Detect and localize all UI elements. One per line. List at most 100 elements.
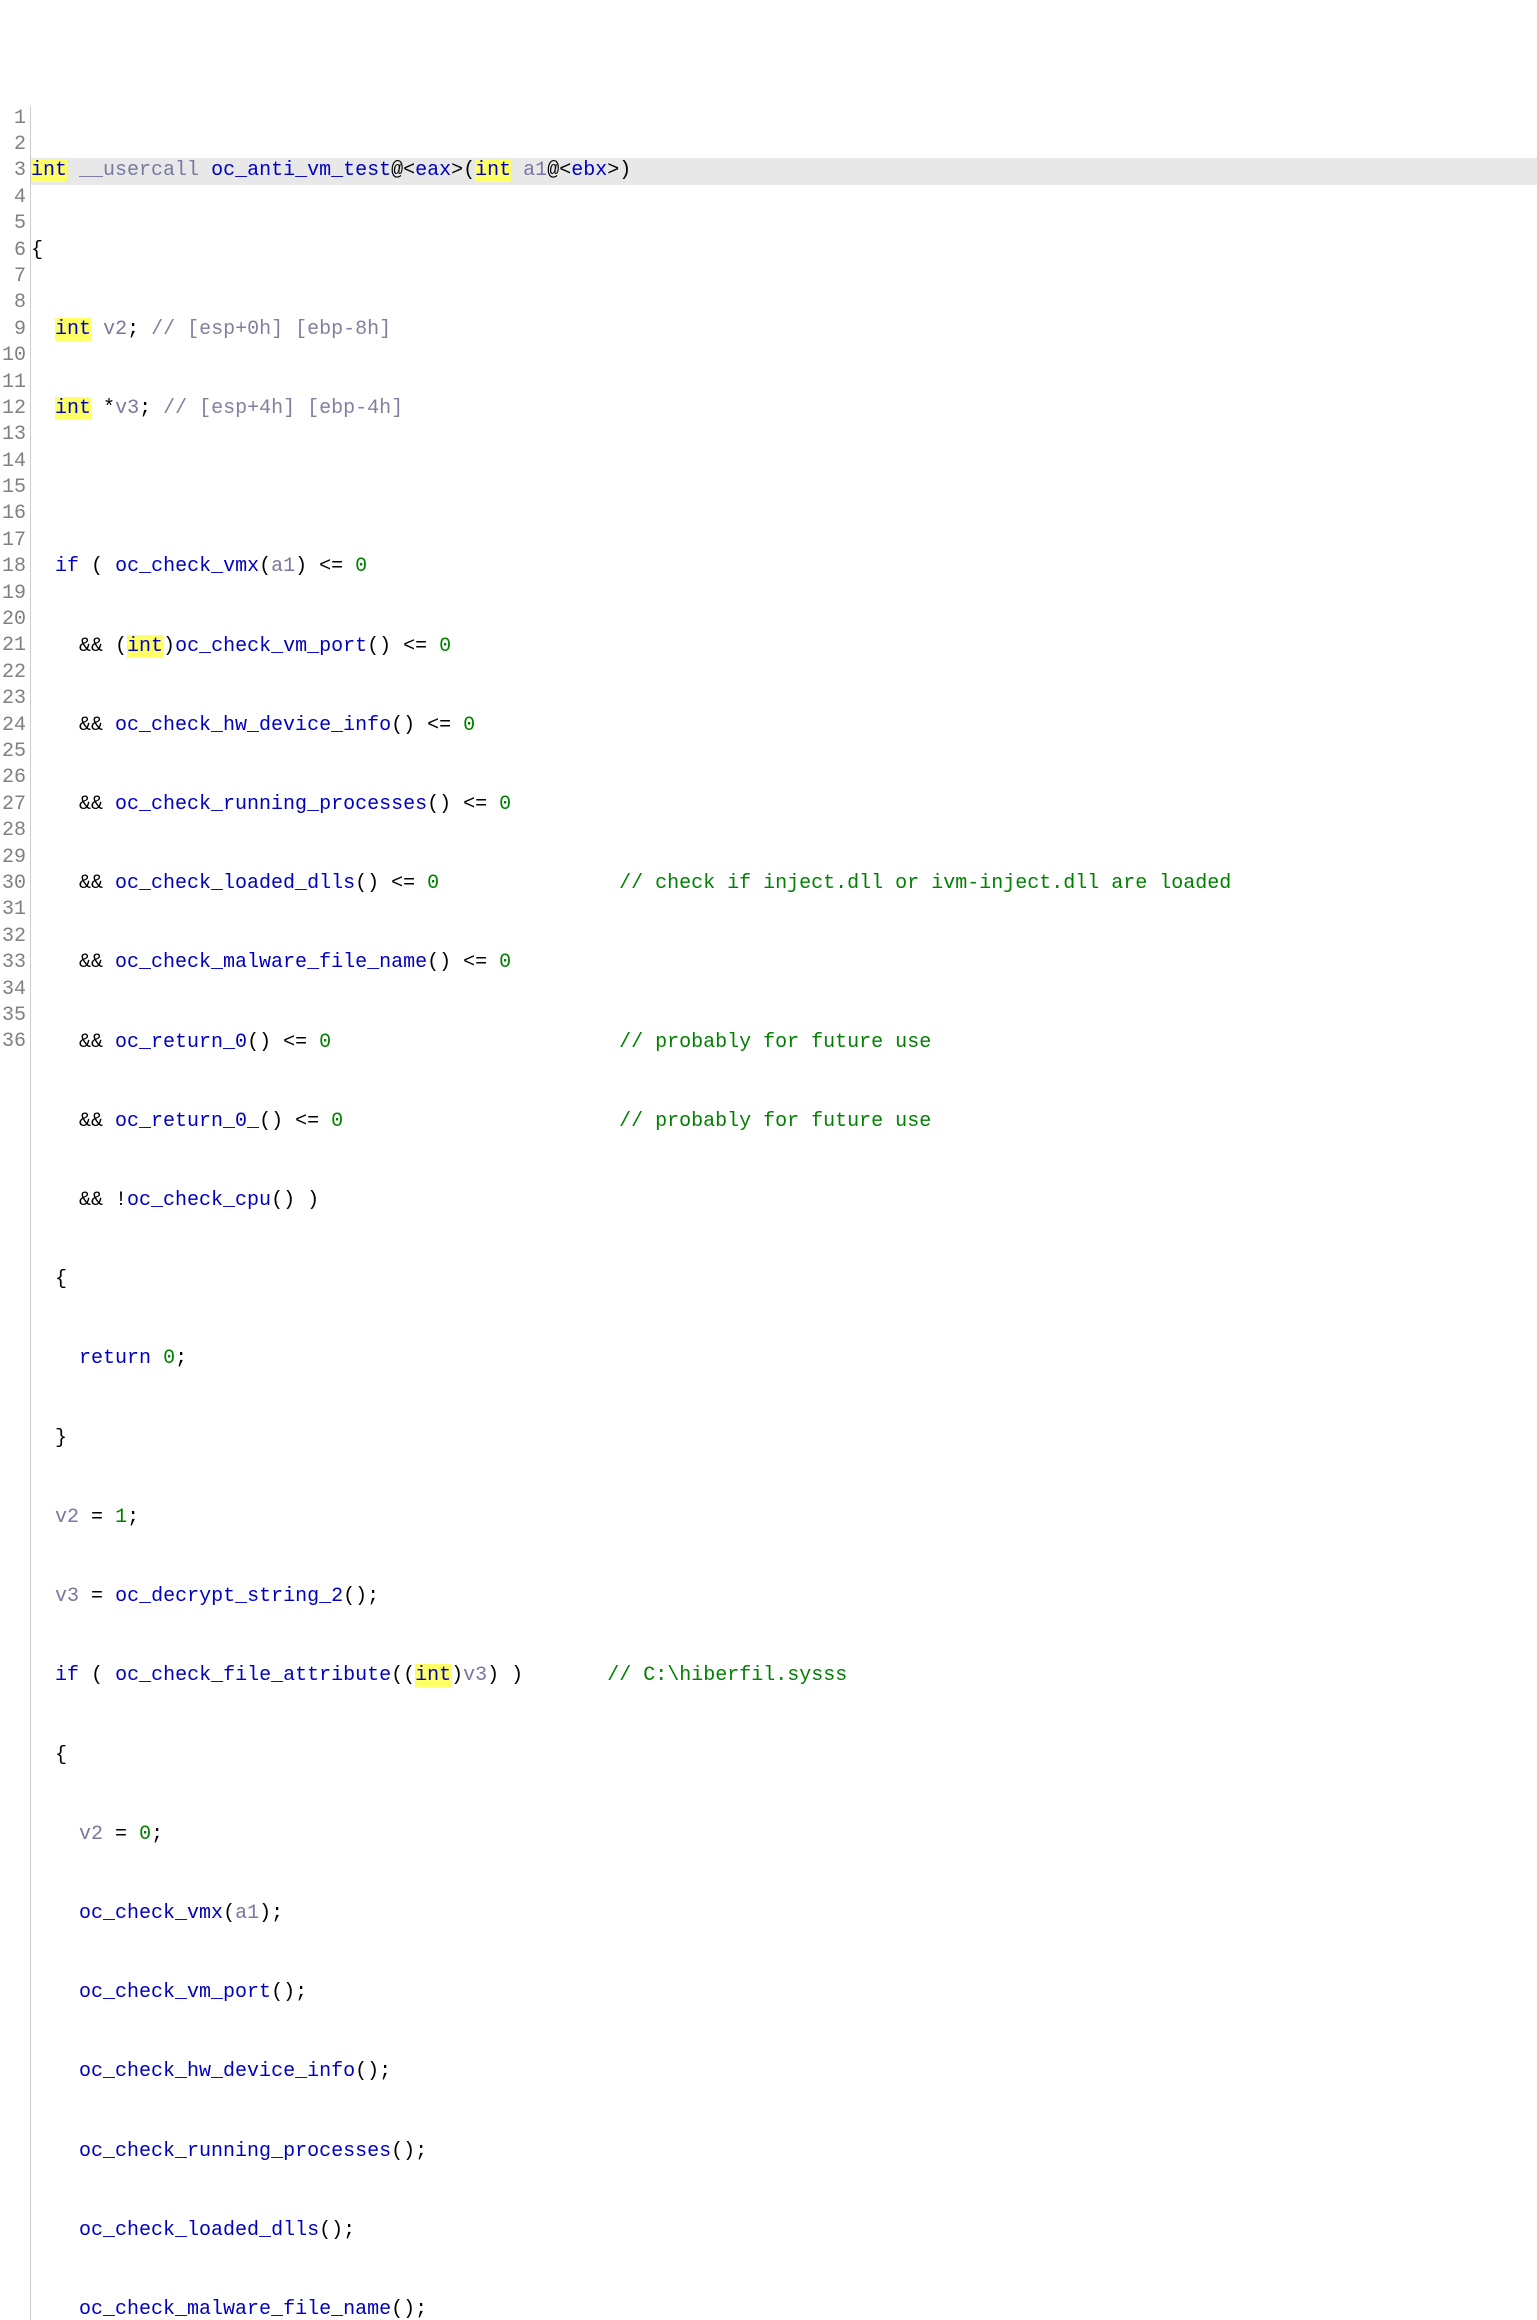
comment: // C:\hiberfil.sysss [607, 1664, 847, 1687]
number: 0 [163, 1347, 175, 1370]
line-number: 29 [2, 845, 26, 871]
comment: // probably for future use [619, 1031, 931, 1054]
var-v2: v2 [79, 1823, 103, 1846]
keyword-if: if [55, 1664, 79, 1687]
code-line-23[interactable]: oc_check_vmx(a1); [31, 1901, 1537, 1927]
line-number: 9 [2, 317, 26, 343]
function-call: oc_check_malware_file_name [115, 951, 427, 974]
number: 0 [439, 635, 451, 658]
keyword-int: int [55, 397, 91, 420]
var-v3: v3 [55, 1585, 79, 1608]
function-call: oc_check_loaded_dlls [115, 872, 355, 895]
code-line-18[interactable]: v2 = 1; [31, 1505, 1537, 1531]
line-number: 20 [2, 607, 26, 633]
number: 0 [319, 1031, 331, 1054]
line-number: 28 [2, 818, 26, 844]
code-line-15[interactable]: { [31, 1267, 1537, 1293]
register-eax: eax [415, 159, 451, 182]
code-line-28[interactable]: oc_check_malware_file_name(); [31, 2297, 1537, 2320]
line-number: 17 [2, 528, 26, 554]
code-line-9[interactable]: && oc_check_running_processes() <= 0 [31, 792, 1537, 818]
number: 0 [463, 714, 475, 737]
line-number: 19 [2, 581, 26, 607]
param-a1: a1 [523, 159, 547, 182]
code-line-11[interactable]: && oc_check_malware_file_name() <= 0 [31, 950, 1537, 976]
line-number: 6 [2, 238, 26, 264]
line-number: 5 [2, 211, 26, 237]
function-call: oc_decrypt_string_2 [115, 1585, 343, 1608]
code-line-14[interactable]: && !oc_check_cpu() ) [31, 1188, 1537, 1214]
var-v2: v2 [103, 318, 127, 341]
keyword-int: int [475, 159, 511, 182]
function-call: oc_return_0_ [115, 1110, 259, 1133]
code-line-7[interactable]: && (int)oc_check_vm_port() <= 0 [31, 634, 1537, 660]
line-number: 11 [2, 370, 26, 396]
comment: // probably for future use [619, 1110, 931, 1133]
code-line-16[interactable]: return 0; [31, 1346, 1537, 1372]
function-name: oc_anti_vm_test [211, 159, 391, 182]
keyword-int: int [31, 159, 67, 182]
code-line-6[interactable]: if ( oc_check_vmx(a1) <= 0 [31, 554, 1537, 580]
line-number: 27 [2, 792, 26, 818]
line-number: 31 [2, 897, 26, 923]
code-line-22[interactable]: v2 = 0; [31, 1822, 1537, 1848]
line-number: 36 [2, 1029, 26, 1055]
code-line-19[interactable]: v3 = oc_decrypt_string_2(); [31, 1584, 1537, 1610]
function-call: oc_return_0 [115, 1031, 247, 1054]
code-line-2[interactable]: { [31, 238, 1537, 264]
line-number: 33 [2, 950, 26, 976]
number: 0 [427, 872, 439, 895]
code-line-26[interactable]: oc_check_running_processes(); [31, 2139, 1537, 2165]
number: 0 [499, 951, 511, 974]
stack-comment: // [esp+0h] [ebp-8h] [151, 318, 391, 341]
code-line-27[interactable]: oc_check_loaded_dlls(); [31, 2218, 1537, 2244]
var-v3: v3 [115, 397, 139, 420]
function-call: oc_check_cpu [127, 1189, 271, 1212]
param-a1: a1 [235, 1902, 259, 1925]
number: 0 [331, 1110, 343, 1133]
line-number: 13 [2, 422, 26, 448]
line-number: 34 [2, 977, 26, 1003]
code-line-1[interactable]: int __usercall oc_anti_vm_test@<eax>(int… [31, 158, 1537, 184]
function-call: oc_check_hw_device_info [79, 2060, 355, 2083]
code-line-3[interactable]: int v2; // [esp+0h] [ebp-8h] [31, 317, 1537, 343]
line-number: 23 [2, 686, 26, 712]
line-number: 25 [2, 739, 26, 765]
code-line-24[interactable]: oc_check_vm_port(); [31, 1980, 1537, 2006]
keyword-int: int [415, 1664, 451, 1687]
function-call: oc_check_malware_file_name [79, 2298, 391, 2320]
number: 0 [355, 555, 367, 578]
line-number: 2 [2, 132, 26, 158]
code-line-4[interactable]: int *v3; // [esp+4h] [ebp-4h] [31, 396, 1537, 422]
code-line-20[interactable]: if ( oc_check_file_attribute((int)v3) ) … [31, 1663, 1537, 1689]
line-number: 12 [2, 396, 26, 422]
code-area[interactable]: int __usercall oc_anti_vm_test@<eax>(int… [31, 106, 1537, 2320]
line-number: 32 [2, 924, 26, 950]
function-call: oc_check_running_processes [79, 2140, 391, 2163]
line-number: 7 [2, 264, 26, 290]
code-line-25[interactable]: oc_check_hw_device_info(); [31, 2059, 1537, 2085]
line-number: 21 [2, 633, 26, 659]
keyword-int: int [127, 635, 163, 658]
keyword-if: if [55, 555, 79, 578]
number: 1 [115, 1506, 127, 1529]
code-line-5[interactable] [31, 475, 1537, 501]
function-call: oc_check_vm_port [79, 1981, 271, 2004]
stack-comment: // [esp+4h] [ebp-4h] [163, 397, 403, 420]
code-line-17[interactable]: } [31, 1426, 1537, 1452]
var-v2: v2 [55, 1506, 79, 1529]
line-number-gutter: 1234567891011121314151617181920212223242… [0, 106, 31, 2320]
function-call: oc_check_hw_device_info [115, 714, 391, 737]
line-number: 30 [2, 871, 26, 897]
code-line-8[interactable]: && oc_check_hw_device_info() <= 0 [31, 713, 1537, 739]
code-line-12[interactable]: && oc_return_0() <= 0 // probably for fu… [31, 1030, 1537, 1056]
keyword-return: return [79, 1347, 151, 1370]
code-line-13[interactable]: && oc_return_0_() <= 0 // probably for f… [31, 1109, 1537, 1135]
function-call: oc_check_vmx [115, 555, 259, 578]
number: 0 [499, 793, 511, 816]
calling-convention: __usercall [67, 159, 211, 182]
code-line-21[interactable]: { [31, 1743, 1537, 1769]
var-v3: v3 [463, 1664, 487, 1687]
line-number: 15 [2, 475, 26, 501]
code-line-10[interactable]: && oc_check_loaded_dlls() <= 0 // check … [31, 871, 1537, 897]
